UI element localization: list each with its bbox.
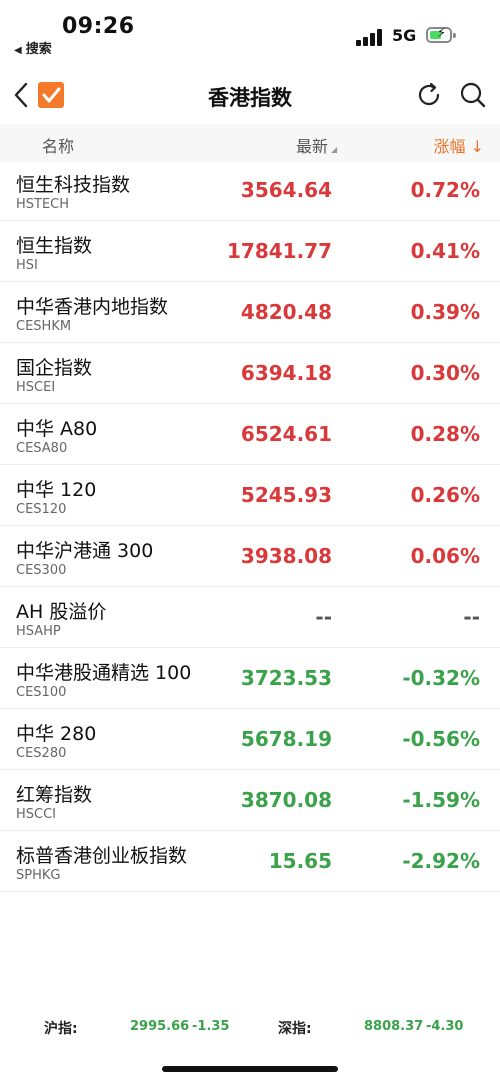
sort-down-arrow-icon: ↓ [470, 137, 484, 156]
shenzhen-index-value: 8808.37 [364, 1019, 424, 1034]
table-row[interactable]: 红筹指数 HSCCI 3870.08 -1.59% [0, 770, 500, 831]
back-to-app-link[interactable]: ◀ 搜索 [14, 38, 52, 57]
index-price: 17841.77 [226, 239, 332, 263]
column-header-latest-label: 最新 [296, 137, 329, 156]
table-header: 名称 最新 ◢ 涨幅 ↓ [0, 124, 500, 162]
index-change: -0.32% [402, 666, 480, 690]
index-name: 恒生指数 [16, 235, 93, 257]
index-change: 0.06% [410, 544, 480, 568]
search-icon [460, 82, 486, 108]
index-code: HSAHP [16, 624, 61, 639]
index-price: 15.65 [268, 849, 332, 873]
index-name: 红筹指数 [16, 784, 93, 806]
index-code: HSI [16, 258, 38, 273]
index-code: CES300 [16, 563, 67, 578]
shenzhen-index-label: 深指: [278, 1021, 312, 1037]
index-change: 0.41% [410, 239, 480, 263]
signal-icon [356, 28, 384, 46]
index-price: 4820.48 [240, 300, 332, 324]
index-name: 中华港股通精选 100 [16, 662, 192, 684]
index-price: 6524.61 [240, 422, 332, 446]
index-name: 中华 A80 [16, 418, 98, 440]
shenzhen-index-change: -4.30 [426, 1019, 464, 1034]
index-price: 3564.64 [240, 178, 332, 202]
nav-bar: 香港指数 [0, 70, 500, 122]
index-code: HSCEI [16, 380, 56, 395]
refresh-button[interactable] [414, 80, 444, 110]
index-name: 中华沪港通 300 [16, 540, 154, 562]
index-change: -2.92% [402, 849, 480, 873]
index-change: 0.30% [410, 361, 480, 385]
table-row[interactable]: 中华沪港通 300 CES300 3938.08 0.06% [0, 526, 500, 587]
refresh-icon [418, 82, 440, 106]
index-price: 6394.18 [240, 361, 332, 385]
table-row[interactable]: 中华 280 CES280 5678.19 -0.56% [0, 709, 500, 770]
index-change: 0.72% [410, 178, 480, 202]
column-header-change-label: 涨幅 [433, 137, 466, 156]
index-name: 中华 280 [16, 723, 97, 745]
index-code: CESHKM [16, 319, 72, 334]
index-name: 恒生科技指数 [16, 174, 131, 196]
index-code: CES100 [16, 685, 67, 700]
table-row[interactable]: 恒生科技指数 HSTECH 3564.64 0.72% [0, 160, 500, 221]
index-change: -- [463, 605, 480, 629]
index-change: 0.28% [410, 422, 480, 446]
battery-icon: ⚡ [426, 26, 456, 43]
table-row[interactable]: 中华 A80 CESA80 6524.61 0.28% [0, 404, 500, 465]
shanghai-index-label: 沪指: [44, 1021, 78, 1037]
back-triangle-icon: ◀ [14, 45, 22, 56]
index-price: 5245.93 [240, 483, 332, 507]
shanghai-index-change: -1.35 [192, 1019, 230, 1034]
status-bar: 09:26 ◀ 搜索 5G ⚡ [0, 0, 500, 62]
index-price: 3870.08 [240, 788, 332, 812]
index-code: HSCCI [16, 807, 57, 822]
index-code: CESA80 [16, 441, 68, 456]
index-price: 3938.08 [240, 544, 332, 568]
table-row[interactable]: AH 股溢价 HSAHP -- -- [0, 587, 500, 648]
table-row[interactable]: 中华香港内地指数 CESHKM 4820.48 0.39% [0, 282, 500, 343]
back-app-label: 搜索 [25, 42, 52, 57]
market-ticker-bar[interactable]: 沪指: 2995.66 -1.35 深指: 8808.37 -4.30 [0, 1010, 500, 1044]
index-change: 0.39% [410, 300, 480, 324]
index-price: -- [315, 605, 332, 629]
index-name: 中华 120 [16, 479, 97, 501]
index-list: 恒生科技指数 HSTECH 3564.64 0.72% 恒生指数 HSI 178… [0, 160, 500, 892]
index-code: HSTECH [16, 197, 70, 212]
index-price: 3723.53 [240, 666, 332, 690]
sort-indicator-icon: ◢ [331, 145, 338, 154]
index-name: 中华香港内地指数 [16, 296, 169, 318]
index-change: 0.26% [410, 483, 480, 507]
index-code: CES280 [16, 746, 67, 761]
table-row[interactable]: 标普香港创业板指数 SPHKG 15.65 -2.92% [0, 831, 500, 892]
index-code: CES120 [16, 502, 67, 517]
index-change: -0.56% [402, 727, 480, 751]
index-name: 标普香港创业板指数 [16, 845, 188, 867]
index-change: -1.59% [402, 788, 480, 812]
index-code: SPHKG [16, 868, 61, 883]
index-name: 国企指数 [16, 357, 93, 379]
column-header-latest[interactable]: 最新 ◢ [296, 133, 337, 157]
index-name: AH 股溢价 [16, 601, 107, 623]
column-header-change[interactable]: 涨幅 ↓ [433, 133, 484, 157]
network-label: 5G [392, 26, 417, 45]
column-header-name: 名称 [42, 137, 75, 156]
search-button[interactable] [458, 80, 488, 110]
shanghai-index-value: 2995.66 [130, 1019, 190, 1034]
home-indicator[interactable] [162, 1066, 338, 1072]
index-price: 5678.19 [240, 727, 332, 751]
table-row[interactable]: 恒生指数 HSI 17841.77 0.41% [0, 221, 500, 282]
table-row[interactable]: 国企指数 HSCEI 6394.18 0.30% [0, 343, 500, 404]
status-time: 09:26 [62, 14, 135, 39]
table-row[interactable]: 中华 120 CES120 5245.93 0.26% [0, 465, 500, 526]
table-row[interactable]: 中华港股通精选 100 CES100 3723.53 -0.32% [0, 648, 500, 709]
